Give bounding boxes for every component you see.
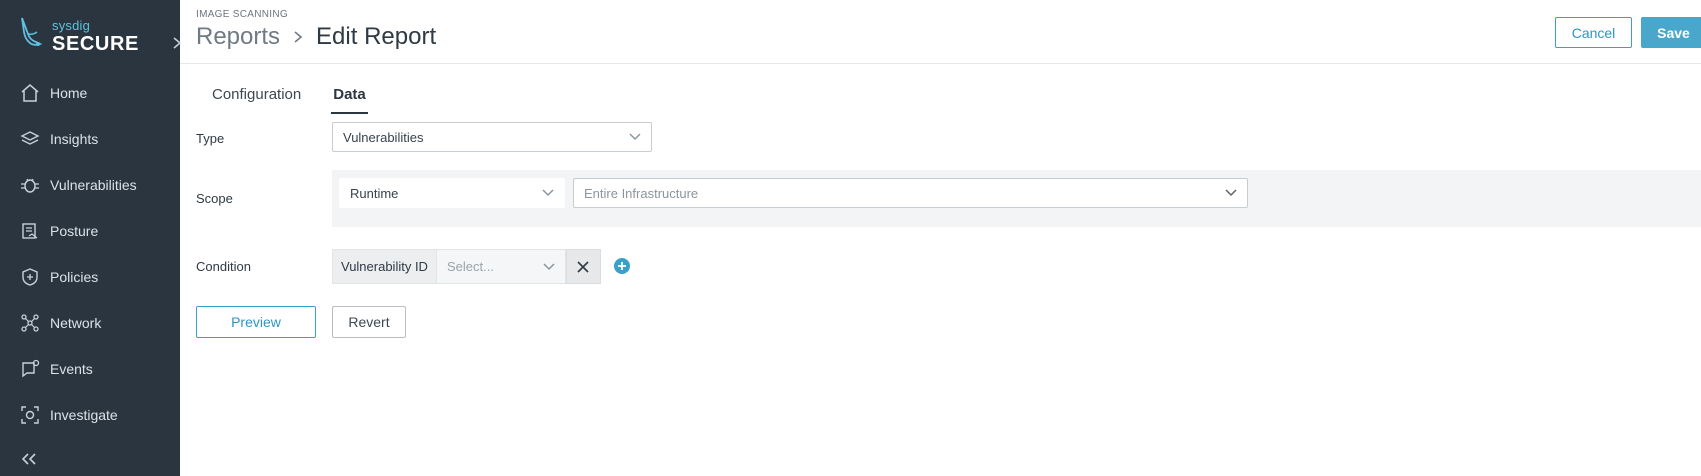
sysdig-logo-icon [21, 17, 43, 46]
events-icon [18, 357, 42, 381]
type-label: Type [196, 131, 225, 146]
section-eyebrow: IMAGE SCANNING [196, 9, 288, 20]
investigate-icon [18, 403, 42, 427]
sidebar-item-vulnerabilities[interactable]: Vulnerabilities [0, 162, 180, 208]
type-select-value: Vulnerabilities [343, 129, 424, 145]
chevron-down-icon [1225, 189, 1237, 197]
sidebar-item-label: Insights [50, 131, 99, 147]
network-icon [18, 311, 42, 335]
insights-icon [18, 127, 42, 151]
sidebar-item-label: Network [50, 315, 102, 331]
chevron-down-icon [543, 263, 555, 271]
brand[interactable]: sysdig SECURE [18, 14, 182, 58]
sidebar-item-label: Vulnerabilities [50, 177, 137, 193]
brand-bottom: SECURE [52, 33, 139, 55]
tab-bar: Configuration Data [196, 82, 368, 114]
scope-environment-value: Runtime [350, 185, 399, 201]
sidebar-item-label: Investigate [50, 407, 118, 423]
shield-icon [18, 265, 42, 289]
tab-data[interactable]: Data [331, 82, 368, 114]
chevron-right-icon [294, 31, 303, 43]
scope-label: Scope [196, 191, 233, 206]
sidebar-item-policies[interactable]: Policies [0, 254, 180, 300]
sidebar-item-home[interactable]: Home [0, 70, 180, 116]
app: sysdig SECURE Home Insights Vulnerabilit… [0, 0, 1701, 476]
sidebar-item-events[interactable]: Events [0, 346, 180, 392]
condition-field-label: Vulnerability ID [332, 249, 436, 284]
double-chevron-left-icon[interactable] [20, 452, 38, 466]
scope-infrastructure-select[interactable]: Entire Infrastructure [573, 178, 1248, 208]
type-select[interactable]: Vulnerabilities [332, 122, 652, 152]
revert-button[interactable]: Revert [332, 306, 406, 338]
condition-value-select[interactable]: Select... [435, 249, 566, 284]
condition-value-placeholder: Select... [446, 259, 494, 274]
sidebar: sysdig SECURE Home Insights Vulnerabilit… [0, 0, 182, 476]
save-button[interactable]: Save [1641, 17, 1701, 48]
condition-group: Vulnerability ID Select... [332, 249, 601, 284]
scope-infrastructure-placeholder: Entire Infrastructure [584, 185, 699, 201]
sidebar-item-label: Posture [50, 223, 99, 239]
sidebar-item-label: Policies [50, 269, 99, 285]
brand-top: sysdig [52, 18, 91, 33]
page-header: IMAGE SCANNING Reports Edit Report Cance… [180, 0, 1701, 64]
chevron-down-icon [542, 189, 554, 197]
tab-configuration[interactable]: Configuration [196, 82, 317, 114]
chevron-down-icon [629, 133, 641, 141]
sidebar-item-insights[interactable]: Insights [0, 116, 180, 162]
sidebar-item-investigate[interactable]: Investigate [0, 392, 180, 438]
add-condition-icon[interactable] [613, 257, 631, 275]
remove-condition-button[interactable] [565, 249, 601, 284]
posture-icon [18, 219, 42, 243]
home-icon [18, 81, 42, 105]
sidebar-item-label: Events [50, 361, 93, 377]
breadcrumb-reports-link[interactable]: Reports [196, 23, 280, 51]
scope-environment-select[interactable]: Runtime [339, 178, 565, 208]
preview-button[interactable]: Preview [196, 306, 316, 338]
sidebar-nav: Home Insights Vulnerabilities Posture Po… [0, 70, 180, 438]
cancel-button[interactable]: Cancel [1555, 17, 1632, 48]
page-title: Edit Report [316, 23, 437, 50]
condition-label: Condition [196, 259, 251, 274]
breadcrumb: Reports Edit Report [196, 22, 436, 52]
bug-icon [18, 173, 42, 197]
sidebar-item-posture[interactable]: Posture [0, 208, 180, 254]
sidebar-item-label: Home [50, 85, 88, 101]
close-icon [577, 260, 590, 273]
sidebar-item-network[interactable]: Network [0, 300, 180, 346]
